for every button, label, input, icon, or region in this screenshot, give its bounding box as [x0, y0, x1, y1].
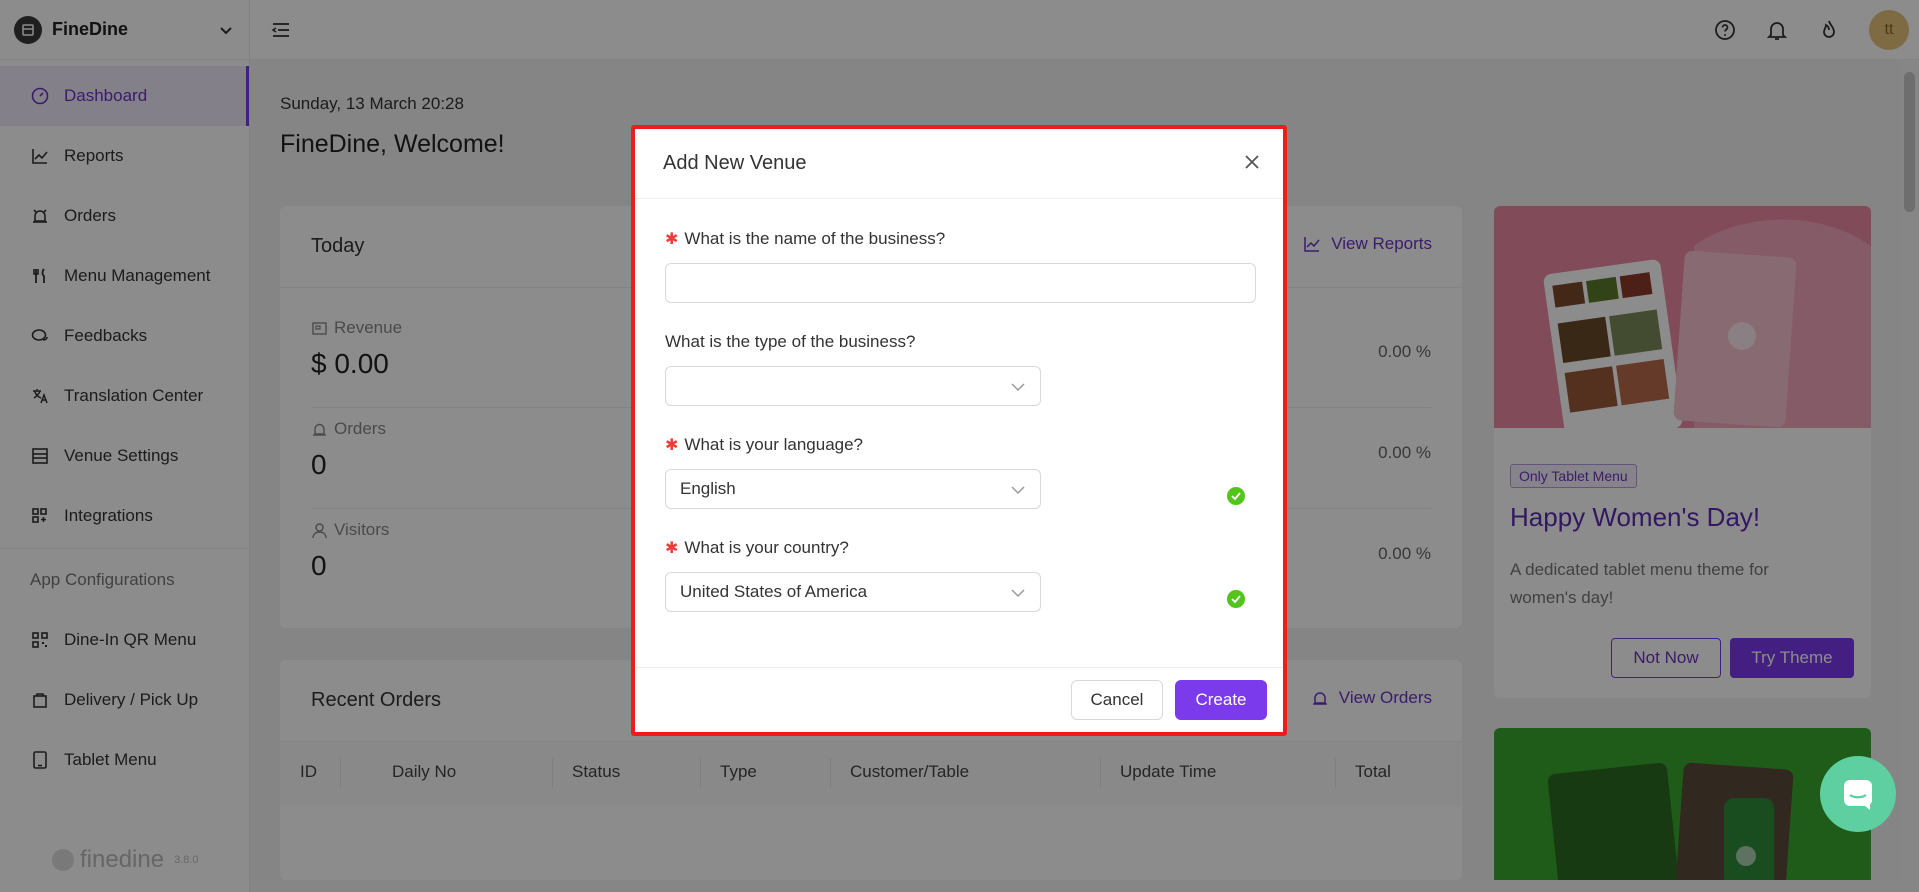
required-marker-icon: ✱	[665, 231, 679, 248]
business-type-field: What is the type of the business?	[665, 332, 1041, 406]
select-value: United States of America	[680, 582, 868, 601]
select-value: English	[680, 479, 736, 498]
chat-icon	[1844, 780, 1872, 810]
check-circle-icon	[1227, 590, 1245, 608]
business-name-field: ✱ What is the name of the business?	[665, 229, 1256, 303]
support-chat-button[interactable]	[1820, 756, 1896, 832]
check-circle-icon	[1227, 487, 1245, 505]
add-venue-modal: Add New Venue ✱ What is the name of the b…	[631, 125, 1287, 736]
language-field: ✱ What is your language? English	[665, 435, 1245, 509]
chevron-down-icon	[1011, 383, 1025, 392]
required-marker-icon: ✱	[665, 540, 679, 557]
field-label: What is your language?	[684, 435, 864, 454]
modal-footer: Cancel Create	[635, 667, 1283, 732]
business-name-input[interactable]	[665, 263, 1256, 303]
country-field: ✱ What is your country? United States of …	[665, 538, 1245, 612]
chevron-down-icon	[1011, 589, 1025, 598]
business-type-select[interactable]	[665, 366, 1041, 406]
chevron-down-icon	[1011, 486, 1025, 495]
field-label: What is the name of the business?	[684, 229, 946, 248]
language-select[interactable]: English	[665, 469, 1041, 509]
field-label: What is the type of the business?	[665, 332, 916, 351]
close-icon[interactable]	[1241, 151, 1263, 173]
field-label: What is your country?	[684, 538, 849, 557]
modal-title: Add New Venue	[663, 152, 807, 174]
cancel-button[interactable]: Cancel	[1071, 680, 1163, 720]
country-select[interactable]: United States of America	[665, 572, 1041, 612]
required-marker-icon: ✱	[665, 437, 679, 454]
create-button[interactable]: Create	[1175, 680, 1267, 720]
